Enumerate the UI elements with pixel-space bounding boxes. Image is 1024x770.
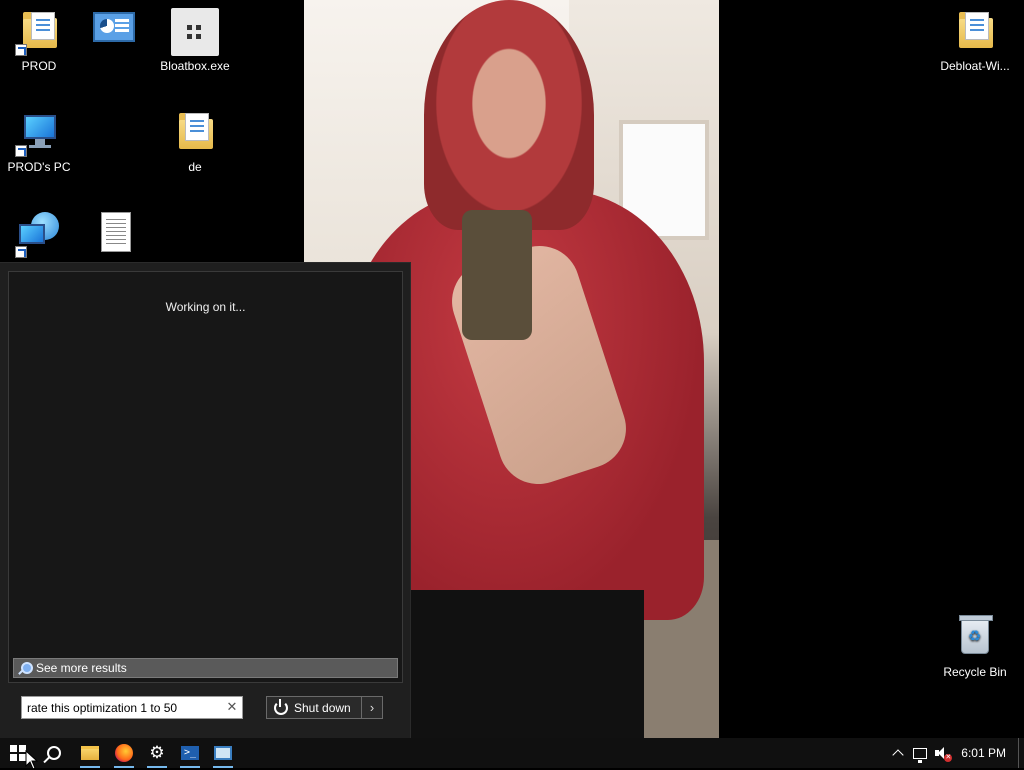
desktop-icon-prods-pc[interactable]: PROD's PC <box>1 109 77 174</box>
desktop-icon-recycle-bin[interactable]: Recycle Bin <box>937 614 1013 679</box>
bloatbox-icon <box>171 8 219 56</box>
clock[interactable]: 6:01 PM <box>953 746 1018 760</box>
recycle-bin-icon <box>951 614 999 662</box>
search-status-text: Working on it... <box>165 300 246 314</box>
dashboard-icon <box>93 8 141 56</box>
shutdown-options-arrow-icon[interactable]: › <box>362 697 382 718</box>
remote-desktop-icon <box>214 746 232 760</box>
power-icon <box>274 698 288 715</box>
see-more-results-label: See more results <box>36 661 127 675</box>
network-globe-icon <box>15 210 63 258</box>
search-results-pane: Working on it... See more results <box>8 271 403 683</box>
shutdown-label: Shut down <box>294 700 351 715</box>
taskbar-firefox[interactable] <box>107 738 141 768</box>
taskbar-search-button[interactable] <box>37 738 71 768</box>
windows-logo-icon <box>10 745 26 761</box>
show-hidden-icons-button[interactable] <box>887 738 909 768</box>
chevron-up-icon <box>892 749 904 761</box>
desktop-icon-prod[interactable]: PROD <box>1 8 77 73</box>
desktop-icon-label: PROD <box>21 59 57 73</box>
desktop-icon-textfile[interactable] <box>79 210 155 261</box>
volume-button[interactable]: ✕ <box>931 738 953 768</box>
file-explorer-icon <box>81 746 99 760</box>
desktop-icon-label: PROD's PC <box>7 160 71 174</box>
firefox-icon <box>115 744 133 762</box>
search-field: ✕ <box>21 696 243 719</box>
see-more-results-button[interactable]: See more results <box>13 658 398 678</box>
search-popup: Working on it... See more results ✕ Shut… <box>0 262 411 738</box>
desktop-icon-label: de <box>188 160 202 174</box>
desktop-icon-label: Debloat-Wi... <box>940 59 1010 73</box>
desktop-icon-de[interactable]: de <box>157 109 233 174</box>
desktop-icon-label: Recycle Bin <box>943 665 1007 679</box>
taskbar: ⚙ >_ ✕ 6:01 PM <box>0 738 1024 768</box>
search-input[interactable] <box>22 698 222 717</box>
taskbar-file-explorer[interactable] <box>73 738 107 768</box>
desktop-icon-label: Bloatbox.exe <box>160 59 230 73</box>
desktop-icon-debloat[interactable]: Debloat-Wi... <box>937 8 1013 73</box>
system-tray: ✕ 6:01 PM <box>887 738 1024 768</box>
desktop: PROD Bloatbox.exe Debloat-Wi... PROD's P… <box>0 0 1024 738</box>
folder-icon <box>15 8 63 56</box>
powershell-icon: >_ <box>181 746 199 760</box>
folder-icon <box>171 109 219 157</box>
taskbar-powershell[interactable]: >_ <box>173 738 207 768</box>
volume-muted-icon: ✕ <box>935 747 953 762</box>
shutdown-control: Shut down › <box>266 696 383 719</box>
desktop-icon-network[interactable] <box>1 210 77 261</box>
desktop-icon-bloatbox[interactable]: Bloatbox.exe <box>157 8 233 73</box>
search-icon <box>47 746 61 760</box>
desktop-icon-dashboard[interactable] <box>79 8 155 59</box>
settings-gear-icon: ⚙ <box>149 742 165 763</box>
clear-search-icon[interactable]: ✕ <box>222 700 242 715</box>
folder-icon <box>951 8 999 56</box>
network-button[interactable] <box>909 738 931 768</box>
network-icon <box>913 747 928 763</box>
computer-icon <box>15 109 63 157</box>
text-document-icon <box>93 210 141 258</box>
taskbar-settings[interactable]: ⚙ <box>140 738 174 768</box>
show-desktop-button[interactable] <box>1018 738 1024 768</box>
search-icon <box>18 661 33 675</box>
shutdown-button[interactable]: Shut down <box>267 697 362 718</box>
taskbar-remote-desktop[interactable] <box>206 738 240 768</box>
